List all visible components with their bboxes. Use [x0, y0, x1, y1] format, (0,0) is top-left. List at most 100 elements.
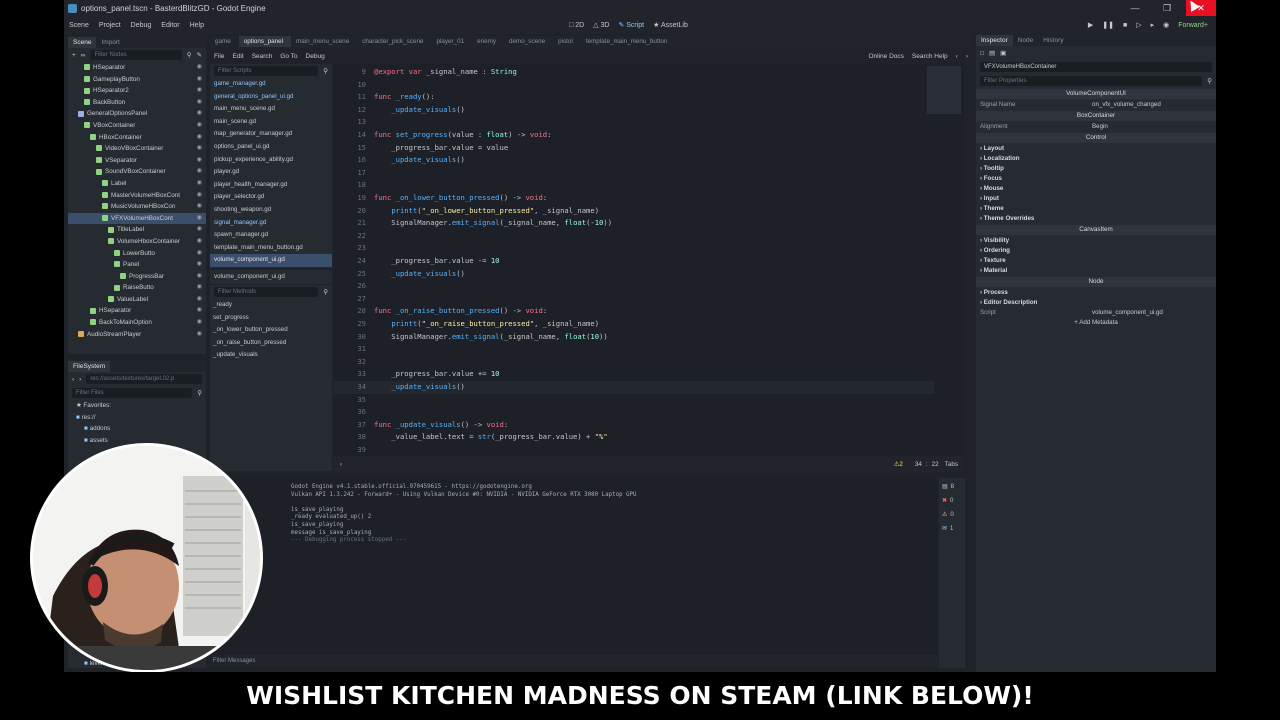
- scene-tree-node[interactable]: HBoxContainer ◉: [68, 132, 206, 144]
- script-list-item[interactable]: template_main_menu_button.gd: [210, 242, 332, 255]
- inspector-group[interactable]: › Material: [976, 266, 1216, 276]
- scene-tree-node[interactable]: VSeparator ◉: [68, 155, 206, 167]
- visibility-eye-icon[interactable]: ◉: [197, 62, 202, 74]
- code-line[interactable]: 38 _value_label.text = str(_progress_bar…: [334, 431, 934, 444]
- search-help-button[interactable]: Search Help: [908, 53, 952, 60]
- code-line[interactable]: 21 SignalManager.emit_signal(_signal_nam…: [334, 217, 934, 230]
- search-icon[interactable]: ⚲: [323, 288, 328, 296]
- code-editor[interactable]: 9 @export var _signal_name : String 10 11 fu…: [334, 64, 964, 456]
- stop-icon[interactable]: ■: [1123, 22, 1127, 29]
- code-line[interactable]: 20 printt("_on_lower_button_pressed", _s…: [334, 205, 934, 218]
- pause-icon[interactable]: ❚❚: [1102, 21, 1114, 29]
- code-line[interactable]: 22: [334, 230, 934, 243]
- tab-node[interactable]: Node: [1013, 35, 1039, 46]
- scene-tree-node[interactable]: HSeparator ◉: [68, 62, 206, 74]
- code-line[interactable]: 39: [334, 444, 934, 457]
- scene-tree-node[interactable]: ValueLabel ◉: [68, 294, 206, 306]
- inspector-group[interactable]: › Layout: [976, 144, 1216, 154]
- filter-files-input[interactable]: Filter Files: [72, 388, 193, 398]
- script-list-item[interactable]: pickup_experience_ability.gd: [210, 154, 332, 167]
- script-list-item[interactable]: game_manager.gd: [210, 78, 332, 91]
- search-icon[interactable]: ⚲: [323, 67, 328, 75]
- code-line[interactable]: 37 func _update_visuals() -> void:: [334, 419, 934, 432]
- script-list-item[interactable]: player.gd: [210, 166, 332, 179]
- script-tab[interactable]: main_menu_scene: [291, 36, 357, 47]
- menu-help[interactable]: Help: [185, 22, 209, 29]
- filter-all-button[interactable]: ▤ 8: [942, 482, 962, 492]
- scene-tree-node[interactable]: HSeparator2 ◉: [68, 85, 206, 97]
- minimize-button[interactable]: —: [1120, 0, 1150, 16]
- code-line[interactable]: 18: [334, 179, 934, 192]
- filter-warnings-button[interactable]: ⚠ 0: [942, 510, 962, 520]
- prop-signal-name[interactable]: Signal Name on_vfx_volume_changed: [976, 100, 1216, 110]
- visibility-eye-icon[interactable]: ◉: [197, 74, 202, 86]
- script-menu-debug[interactable]: Debug: [302, 53, 329, 60]
- workspace-3d[interactable]: △ 3D: [593, 21, 609, 29]
- inspector-group[interactable]: › Localization: [976, 154, 1216, 164]
- method-list-item[interactable]: _ready: [210, 299, 332, 312]
- code-line[interactable]: 28 func _on_raise_button_pressed() -> voi…: [334, 305, 934, 318]
- open-resource-icon[interactable]: ▤: [989, 49, 995, 57]
- code-line[interactable]: 25 _update_visuals(): [334, 268, 934, 281]
- script-list-item[interactable]: spawn_manager.gd: [210, 229, 332, 242]
- play-scene-icon[interactable]: ▷: [1136, 21, 1141, 29]
- workspace-2d[interactable]: □ 2D: [569, 22, 584, 29]
- tab-inspector[interactable]: Inspector: [976, 35, 1013, 46]
- filter-messages-button[interactable]: ✉ 1: [942, 524, 962, 534]
- scene-tree-node[interactable]: TitleLabel ◉: [68, 224, 206, 236]
- script-list-item[interactable]: general_options_panel_ui.gd: [210, 91, 332, 104]
- inspected-object[interactable]: VFXVolumeHBoxContainer: [980, 62, 1212, 72]
- indent-mode[interactable]: Tabs: [939, 461, 964, 468]
- script-menu-search[interactable]: Search: [248, 53, 277, 60]
- code-line[interactable]: 29 printt("_on_raise_button_pressed", _s…: [334, 318, 934, 331]
- prev-script-icon[interactable]: ‹: [952, 53, 962, 60]
- script-list-item[interactable]: player_selector.gd: [210, 191, 332, 204]
- filter-scripts-input[interactable]: Filter Scripts: [214, 66, 319, 76]
- code-line[interactable]: 30 SignalManager.emit_signal(_signal_nam…: [334, 331, 934, 344]
- renderer-select[interactable]: Forward+: [1178, 22, 1208, 29]
- new-resource-icon[interactable]: □: [980, 50, 984, 57]
- code-line[interactable]: 19 func _on_lower_button_pressed() -> voi…: [334, 192, 934, 205]
- online-docs-button[interactable]: Online Docs: [864, 53, 907, 60]
- script-tab[interactable]: player_01: [431, 36, 472, 47]
- tab-filesystem[interactable]: FileSystem: [68, 361, 111, 372]
- scene-tree-node[interactable]: MusicVolumeHBoxCon ◉: [68, 201, 206, 213]
- filter-messages-input[interactable]: Filter Messages: [209, 655, 937, 667]
- inspector-group[interactable]: › Focus: [976, 174, 1216, 184]
- visibility-eye-icon[interactable]: ◉: [197, 329, 202, 341]
- visibility-eye-icon[interactable]: ◉: [197, 224, 202, 236]
- section-boxcontainer[interactable]: BoxContainer: [976, 111, 1216, 121]
- script-tab[interactable]: character_pick_scene: [357, 36, 431, 47]
- visibility-eye-icon[interactable]: ◉: [197, 132, 202, 144]
- inspector-group[interactable]: › Input: [976, 194, 1216, 204]
- script-menu-goto[interactable]: Go To: [276, 53, 301, 60]
- code-line[interactable]: 31: [334, 343, 934, 356]
- script-menu-edit[interactable]: Edit: [228, 53, 247, 60]
- section-control[interactable]: Control: [976, 133, 1216, 143]
- inspector-group[interactable]: › Mouse: [976, 184, 1216, 194]
- code-line[interactable]: 36: [334, 406, 934, 419]
- maximize-button[interactable]: ❐: [1152, 0, 1182, 16]
- code-line[interactable]: 14 func set_progress(value : float) -> vo…: [334, 129, 934, 142]
- inspector-group[interactable]: › Texture: [976, 256, 1216, 266]
- visibility-eye-icon[interactable]: ◉: [197, 236, 202, 248]
- collapse-icon[interactable]: ‹: [334, 461, 342, 468]
- folder-addons[interactable]: ■ addons: [68, 423, 206, 435]
- menu-editor[interactable]: Editor: [156, 22, 184, 29]
- link-icon[interactable]: ∞: [81, 52, 86, 59]
- inspector-group[interactable]: › Process: [976, 288, 1216, 298]
- forward-icon[interactable]: ›: [79, 376, 81, 383]
- search-icon[interactable]: ⚲: [197, 389, 202, 397]
- code-line[interactable]: 24 _progress_bar.value -= 10: [334, 255, 934, 268]
- workspace-assetlib[interactable]: ★ AssetLib: [653, 21, 688, 29]
- scene-tree-node[interactable]: BackButton ◉: [68, 97, 206, 109]
- scene-tree-node[interactable]: MasterVolumeHBoxCont ◉: [68, 190, 206, 202]
- code-line[interactable]: 15 _progress_bar.value = value: [334, 142, 934, 155]
- visibility-eye-icon[interactable]: ◉: [197, 85, 202, 97]
- section-node[interactable]: Node: [976, 277, 1216, 287]
- scene-tree-node[interactable]: ProgressBar ◉: [68, 271, 206, 283]
- filter-properties-input[interactable]: Filter Properties: [980, 76, 1203, 86]
- method-list-item[interactable]: _on_raise_button_pressed: [210, 337, 332, 350]
- add-metadata-button[interactable]: + Add Metadata: [976, 318, 1216, 328]
- code-line[interactable]: 32: [334, 356, 934, 369]
